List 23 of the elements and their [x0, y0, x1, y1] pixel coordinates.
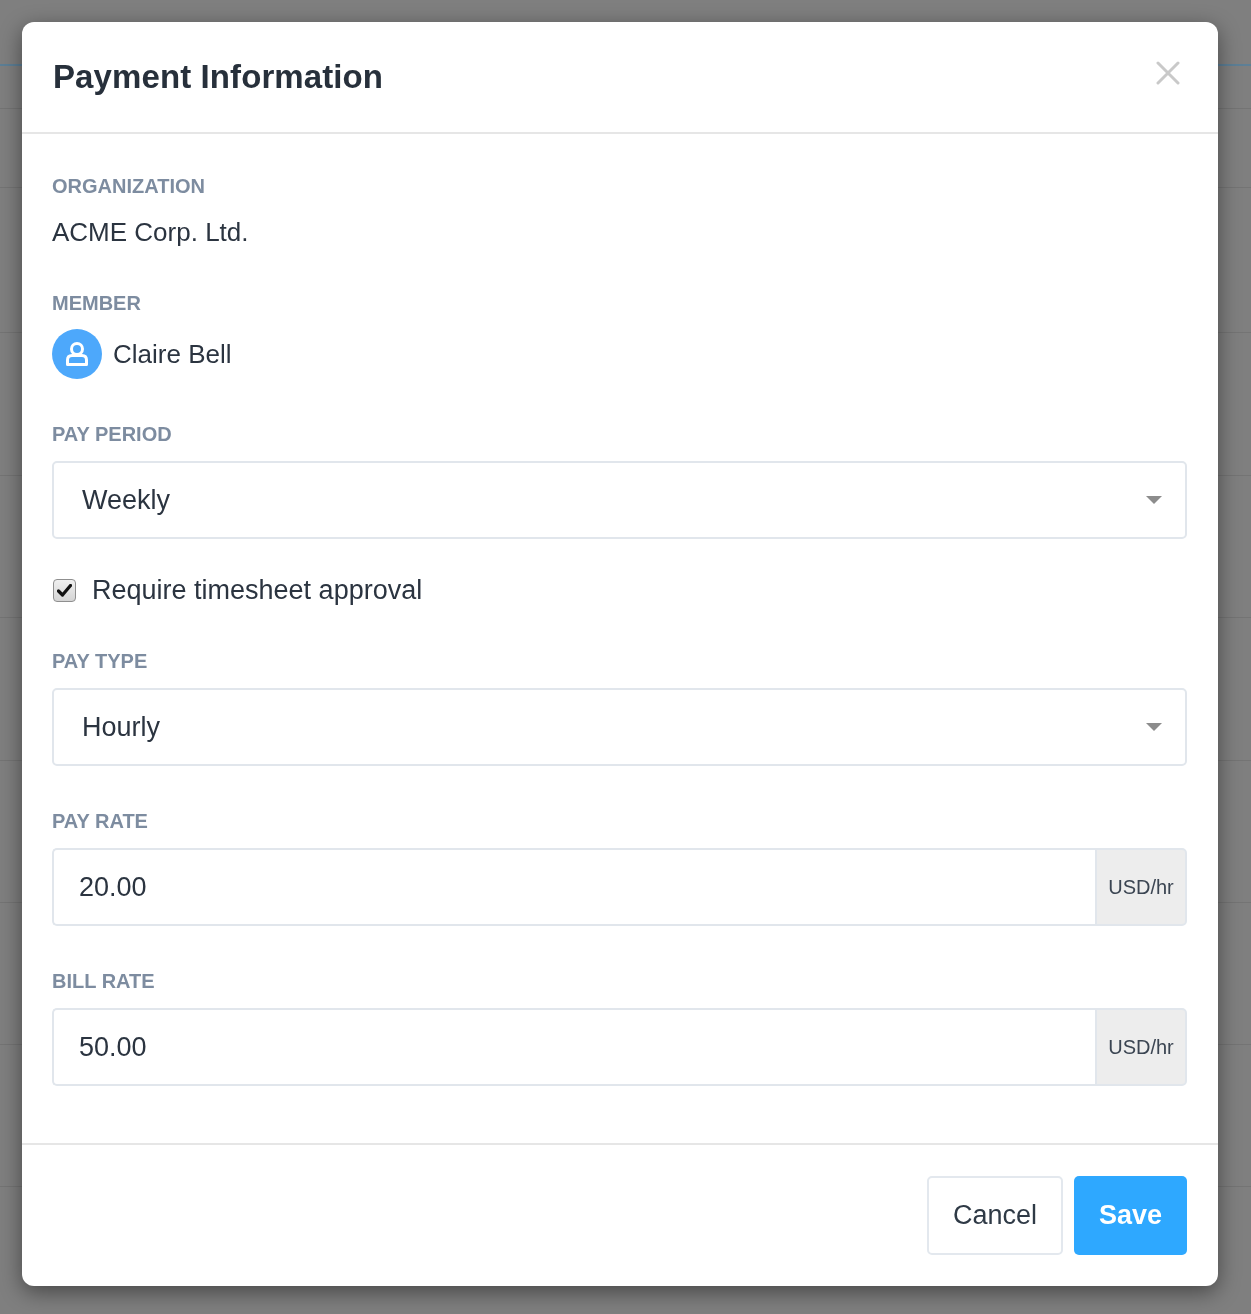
field-label: ORGANIZATION: [52, 174, 205, 198]
field-label: PAY RATE: [52, 809, 148, 833]
caret-icon: [1146, 723, 1162, 731]
field-label: MEMBER: [52, 291, 141, 315]
unit-addon: USD/hr: [1095, 1008, 1187, 1086]
dropdown-select[interactable]: Hourly: [52, 688, 1187, 766]
cancel-button[interactable]: Cancel: [927, 1176, 1063, 1255]
field-label: PAY PERIOD: [52, 422, 172, 446]
organization-name: ACME Corp. Ltd.: [52, 216, 249, 248]
dialog-title: Payment Information: [53, 57, 384, 96]
checkbox[interactable]: [53, 578, 76, 602]
field-label: PAY TYPE: [52, 649, 148, 673]
tick-icon: [57, 583, 72, 597]
member-name: Claire Bell: [113, 338, 232, 370]
field-label: BILL RATE: [52, 969, 155, 993]
number-input[interactable]: 50.00: [52, 1008, 1095, 1086]
number-input[interactable]: 20.00: [52, 848, 1095, 926]
checkbox-label[interactable]: Require timesheet approval: [92, 574, 423, 606]
close-icon: [1156, 60, 1180, 85]
dropdown-select[interactable]: Weekly: [52, 461, 1187, 539]
unit-addon: USD/hr: [1095, 848, 1187, 926]
caret-icon: [1146, 496, 1162, 504]
avatar-icon: [52, 329, 102, 379]
